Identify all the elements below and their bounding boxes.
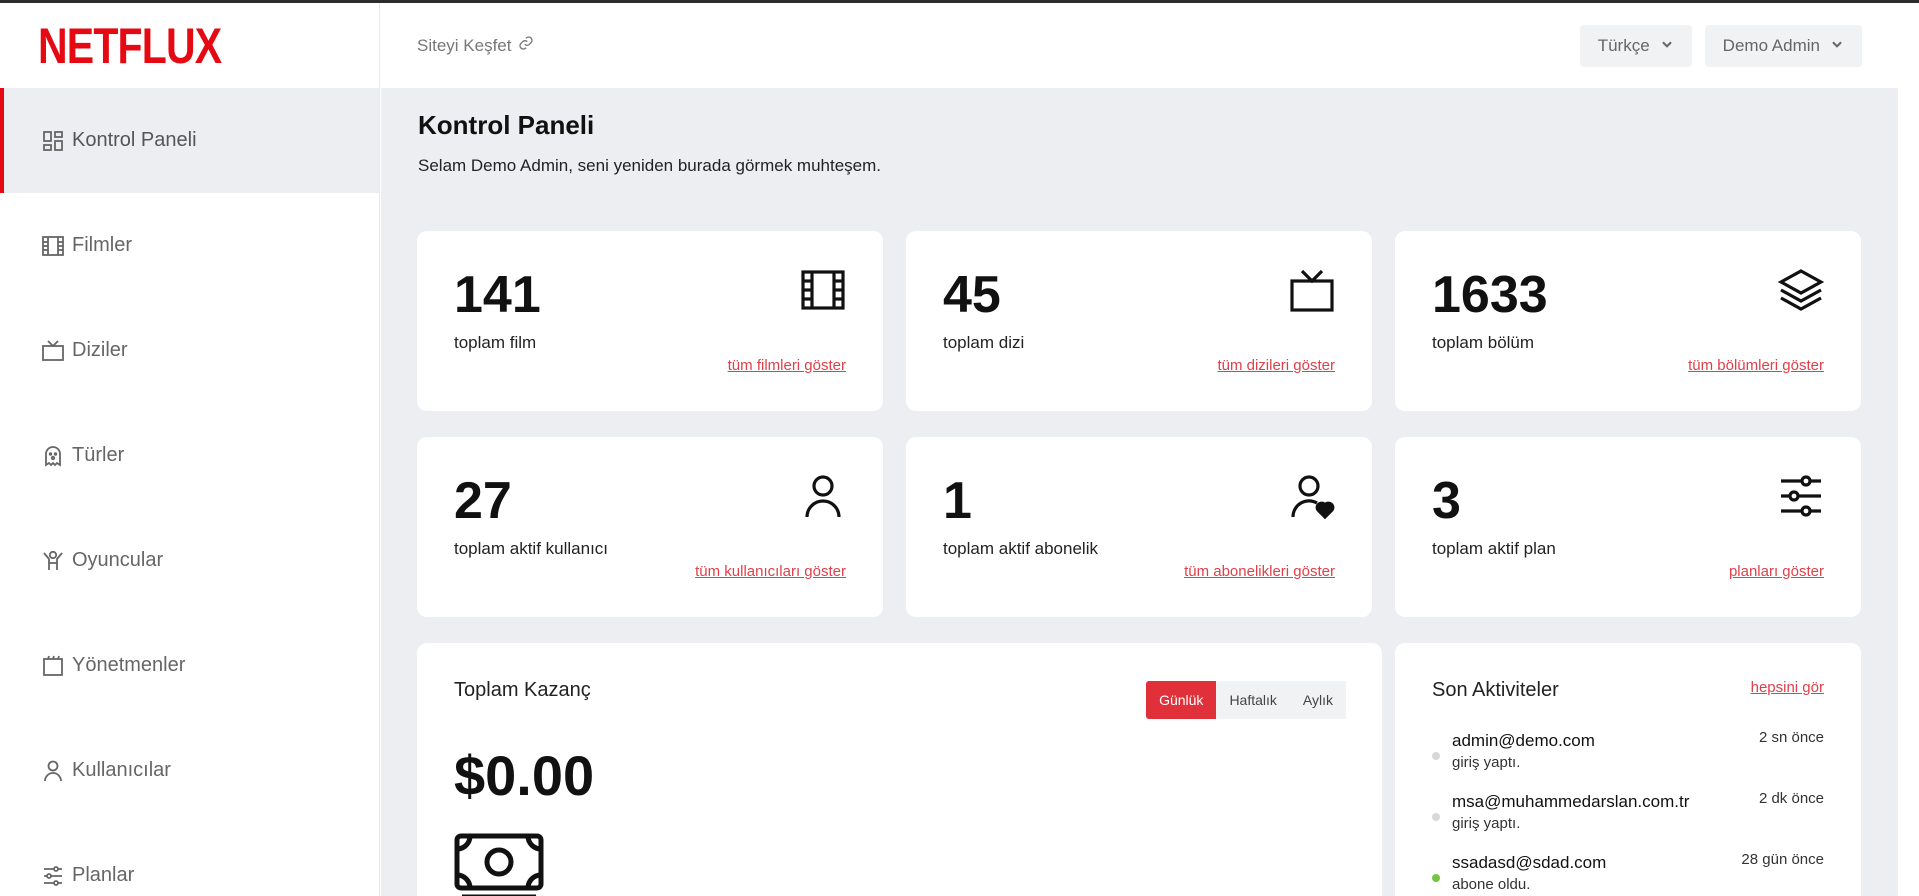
sidebar-item-genres[interactable]: Türler — [0, 403, 379, 508]
clapperboard-icon — [40, 653, 66, 679]
chevron-down-icon — [1830, 36, 1844, 56]
tv-icon — [40, 338, 66, 364]
page-scrollbar-track[interactable] — [1898, 3, 1919, 896]
chevron-down-icon — [1660, 36, 1674, 56]
sidebar: NETFLUX Kontrol Paneli Filmler Diziler T… — [0, 3, 380, 896]
film-icon — [800, 267, 846, 313]
status-dot — [1432, 874, 1440, 882]
activity-action: giriş yaptı. — [1452, 754, 1521, 771]
show-all-users-link[interactable]: tüm kullanıcıları göster — [695, 563, 846, 580]
stat-label: toplam aktif kullanıcı — [454, 539, 609, 558]
film-icon — [40, 233, 66, 259]
sidebar-item-label: Oyuncular — [72, 549, 164, 571]
stat-value: 1 — [943, 472, 972, 530]
earnings-amount: $0.00 — [454, 744, 595, 807]
layers-icon — [1777, 267, 1825, 313]
tv-icon — [1289, 267, 1335, 313]
netflux-logo[interactable]: NETFLUX — [38, 21, 222, 71]
tab-weekly[interactable]: Haftalık — [1216, 681, 1290, 719]
show-all-episodes-link[interactable]: tüm bölümleri göster — [1688, 357, 1824, 374]
stat-label: toplam film — [454, 333, 537, 352]
stat-card-series: 45 toplam dizi tüm dizileri göster — [906, 231, 1372, 411]
topbar-right: Türkçe Demo Admin — [1579, 24, 1862, 67]
earnings-period-tabs: Günlük Haftalık Aylık — [1146, 681, 1346, 719]
stat-card-users: 27 toplam aktif kullanıcı tüm kullanıcıl… — [417, 437, 883, 617]
stat-card-subscriptions: 1 toplam aktif abonelik tüm abonelikleri… — [906, 437, 1372, 617]
status-dot — [1432, 752, 1440, 760]
link-icon — [518, 35, 534, 56]
show-all-films-link[interactable]: tüm filmleri göster — [728, 357, 846, 374]
stat-value: 1633 — [1432, 266, 1548, 324]
stat-label: toplam aktif abonelik — [943, 539, 1098, 558]
earnings-title: Toplam Kazanç — [454, 679, 591, 701]
language-dropdown[interactable]: Türkçe — [1579, 24, 1692, 67]
activity-item: msa@muhammedarslan.com.tr giriş yaptı. 2… — [1432, 790, 1824, 851]
earnings-card: Toplam Kazanç Günlük Haftalık Aylık $0.0… — [417, 643, 1382, 896]
sidebar-item-directors[interactable]: Yönetmenler — [0, 613, 379, 718]
sidebar-item-label: Türler — [72, 444, 125, 466]
activities-card: Son Aktiviteler hepsini gör admin@demo.c… — [1395, 643, 1861, 896]
stat-value: 141 — [454, 266, 541, 324]
ghost-icon — [40, 443, 66, 469]
sidebar-item-films[interactable]: Filmler — [0, 193, 379, 298]
sidebar-item-label: Filmler — [72, 234, 132, 256]
activity-list: admin@demo.com giriş yaptı. 2 sn önce ms… — [1432, 729, 1824, 896]
activity-time: 28 gün önce — [1741, 851, 1824, 868]
welcome-message: Selam Demo Admin, seni yeniden burada gö… — [418, 156, 882, 175]
user-heart-icon — [1289, 473, 1335, 520]
sliders-icon — [40, 863, 66, 889]
language-label: Türkçe — [1597, 35, 1650, 55]
sidebar-nav: Kontrol Paneli Filmler Diziler Türler Oy… — [0, 88, 379, 896]
activity-action: giriş yaptı. — [1452, 815, 1521, 832]
stat-card-films: 141 toplam film tüm filmleri göster — [417, 231, 883, 411]
stat-value: 3 — [1432, 472, 1461, 530]
see-all-activities-link[interactable]: hepsini gör — [1751, 679, 1824, 696]
money-icon — [454, 833, 544, 896]
stat-card-episodes: 1633 toplam bölüm tüm bölümleri göster — [1395, 231, 1861, 411]
activity-action: abone oldu. — [1452, 876, 1531, 893]
main-content: Kontrol Paneli Selam Demo Admin, seni ye… — [381, 88, 1898, 896]
tab-daily[interactable]: Günlük — [1146, 681, 1217, 719]
sidebar-item-label: Kontrol Paneli — [72, 129, 197, 151]
topbar: Siteyi Keşfet Türkçe Demo Admin — [380, 3, 1898, 88]
sidebar-item-label: Yönetmenler — [72, 654, 186, 676]
show-plans-link[interactable]: planları göster — [1729, 563, 1824, 580]
show-all-subscriptions-link[interactable]: tüm abonelikleri göster — [1184, 563, 1335, 580]
dashboard-icon — [40, 128, 66, 154]
sidebar-item-plans[interactable]: Planlar — [0, 823, 379, 896]
logo-area[interactable]: NETFLUX — [0, 3, 379, 88]
activities-title: Son Aktiviteler — [1432, 679, 1559, 701]
stat-value: 45 — [943, 266, 1001, 324]
discover-site-link[interactable]: Siteyi Keşfet — [417, 35, 534, 56]
user-icon — [800, 473, 846, 519]
discover-site-label: Siteyi Keşfet — [417, 35, 512, 55]
user-icon — [40, 758, 66, 784]
activity-item: admin@demo.com giriş yaptı. 2 sn önce — [1432, 729, 1824, 790]
activity-time: 2 sn önce — [1758, 729, 1824, 746]
page-title: Kontrol Paneli — [418, 110, 595, 140]
sidebar-item-label: Kullanıcılar — [72, 759, 171, 781]
sidebar-item-label: Diziler — [72, 339, 128, 361]
sliders-icon — [1778, 473, 1824, 519]
sidebar-item-actors[interactable]: Oyuncular — [0, 508, 379, 613]
activity-item: ssadasd@sdad.com abone oldu. 28 gün önce — [1432, 851, 1824, 896]
user-dropdown[interactable]: Demo Admin — [1704, 24, 1862, 67]
sidebar-item-label: Planlar — [72, 864, 135, 886]
tab-monthly[interactable]: Aylık — [1289, 681, 1346, 719]
user-name: Demo Admin — [1722, 35, 1820, 55]
stat-card-plans: 3 toplam aktif plan planları göster — [1395, 437, 1861, 617]
stat-label: toplam bölüm — [1432, 333, 1535, 352]
sidebar-item-series[interactable]: Diziler — [0, 298, 379, 403]
stat-label: toplam aktif plan — [1432, 539, 1556, 558]
sidebar-item-dashboard[interactable]: Kontrol Paneli — [0, 88, 379, 193]
sidebar-item-users[interactable]: Kullanıcılar — [0, 718, 379, 823]
status-dot — [1432, 813, 1440, 821]
activity-time: 2 dk önce — [1758, 790, 1824, 807]
stat-value: 27 — [454, 472, 512, 530]
show-all-series-link[interactable]: tüm dizileri göster — [1217, 357, 1335, 374]
stat-label: toplam dizi — [943, 333, 1025, 352]
actor-icon — [40, 548, 66, 574]
